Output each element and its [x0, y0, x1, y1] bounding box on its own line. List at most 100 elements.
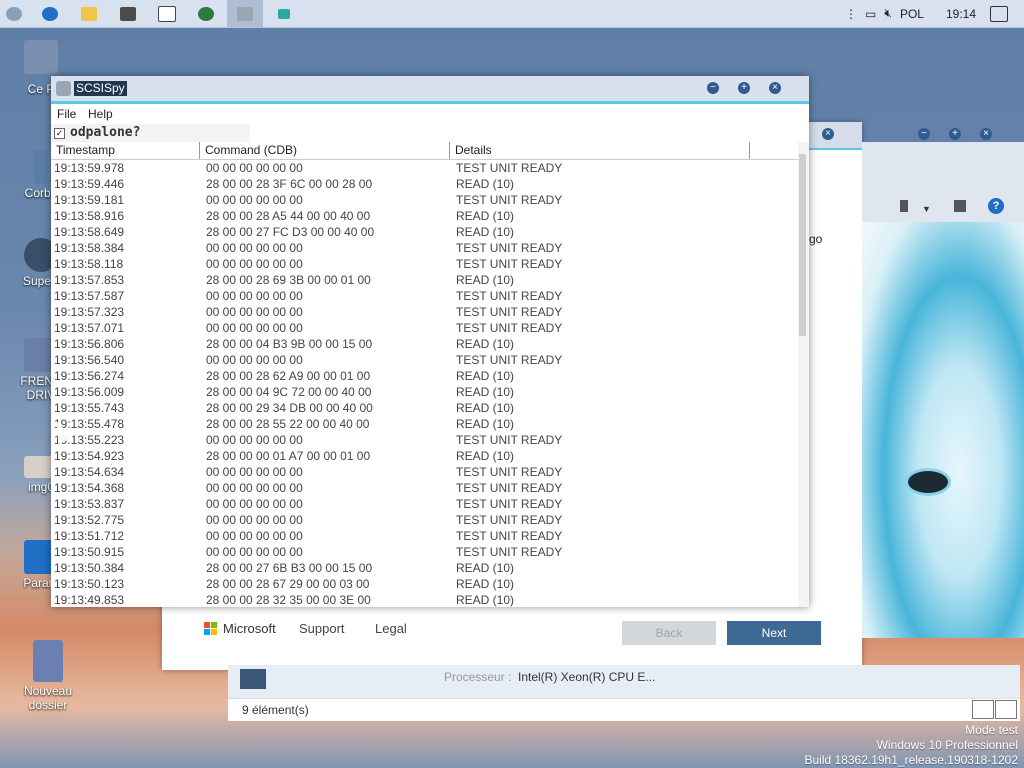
- column-command[interactable]: Command (CDB): [200, 142, 450, 159]
- command-cell: 00 00 00 00 00 00: [206, 321, 303, 335]
- chevron-down-icon[interactable]: ▼: [922, 204, 931, 214]
- command-cell: 28 00 00 28 3F 6C 00 00 28 00: [206, 177, 373, 191]
- filter-field[interactable]: [250, 124, 809, 143]
- table-row[interactable]: 19:13:56.009 28 00 00 04 9C 72 00 00 40 0…: [51, 384, 798, 400]
- table-row[interactable]: 19:13:54.923 28 00 00 00 01 A7 00 00 01 0…: [51, 448, 798, 464]
- table-row[interactable]: 19:13:57.071 00 00 00 00 00 00 TEST UNIT R…: [51, 320, 798, 336]
- timestamp-cell: 19:13:57.853: [54, 273, 125, 287]
- globe-icon[interactable]: [195, 3, 217, 24]
- back-button[interactable]: Back: [622, 621, 716, 645]
- command-cell: 00 00 00 00 00 00: [206, 305, 303, 319]
- notification-center-icon[interactable]: [990, 5, 1008, 22]
- mail-icon[interactable]: [156, 3, 178, 24]
- artwork-eye: [905, 468, 951, 496]
- folder-icon: [33, 640, 63, 682]
- table-row[interactable]: 19:13:55.478 28 00 00 28 55 22 00 00 40 0…: [51, 416, 798, 432]
- support-link[interactable]: Support: [299, 621, 345, 636]
- table-row[interactable]: 19:13:58.916 28 00 00 28 A5 44 00 00 40 0…: [51, 208, 798, 224]
- odpalone-checkbox[interactable]: ✓: [54, 128, 65, 139]
- details-cell: READ (10): [456, 177, 515, 191]
- table-row[interactable]: 19:13:59.446 28 00 00 28 3F 6C 00 00 28 0…: [51, 176, 798, 192]
- table-row[interactable]: 19:13:58.384 00 00 00 00 00 00 TEST UNIT R…: [51, 240, 798, 256]
- details-cell: READ (10): [456, 401, 515, 415]
- table-row[interactable]: 19:13:51.712 00 00 00 00 00 00 TEST UNIT R…: [51, 528, 798, 544]
- column-timestamp[interactable]: Timestamp: [51, 142, 200, 159]
- table-row[interactable]: 19:13:59.978 00 00 00 00 00 00 TEST UNIT R…: [51, 160, 798, 176]
- timestamp-cell: 19:13:50.384: [54, 561, 125, 575]
- close-icon[interactable]: ×: [822, 128, 834, 140]
- details-cell: READ (10): [456, 385, 515, 399]
- layout-icon[interactable]: [900, 200, 908, 212]
- timestamp-cell: 19:13:56.806: [54, 337, 125, 351]
- screen-icon[interactable]: [273, 3, 295, 24]
- network-icon[interactable]: ▭: [865, 7, 876, 21]
- table-row[interactable]: 19:13:50.123 28 00 00 28 67 29 00 00 03 0…: [51, 576, 798, 592]
- details-view-icon[interactable]: [972, 700, 994, 719]
- maximize-icon[interactable]: +: [949, 128, 961, 140]
- table-row[interactable]: 19:13:56.806 28 00 00 04 B3 9B 00 00 15 0…: [51, 336, 798, 352]
- details-cell: TEST UNIT READY: [456, 433, 563, 447]
- desktop-icon-new-folder[interactable]: Nouveau dossier: [6, 640, 90, 712]
- microsoft-label: Microsoft: [223, 621, 276, 636]
- table-row[interactable]: 19:13:56.274 28 00 00 28 62 A9 00 00 01 0…: [51, 368, 798, 384]
- table-row[interactable]: 19:13:57.323 00 00 00 00 00 00 TEST UNIT R…: [51, 304, 798, 320]
- table-row[interactable]: 19:13:50.384 28 00 00 27 6B B3 00 00 15 0…: [51, 560, 798, 576]
- table-row[interactable]: 19:13:55.223 00 00 00 00 00 00 TEST UNIT R…: [51, 432, 798, 448]
- command-cell: 00 00 00 00 00 00: [206, 161, 303, 175]
- table-row[interactable]: 19:13:57.853 28 00 00 28 69 3B 00 00 01 0…: [51, 272, 798, 288]
- details-cell: READ (10): [456, 449, 515, 463]
- thumbnail-view-icon[interactable]: [995, 700, 1017, 719]
- timestamp-cell: 19:13:51.712: [54, 529, 125, 543]
- artwork-image: [862, 222, 1024, 638]
- next-button[interactable]: Next: [727, 621, 821, 645]
- os-watermark: Mode test Windows 10 Professionnel Build…: [804, 723, 1018, 768]
- panel-icon[interactable]: [954, 200, 966, 212]
- command-cell: 00 00 00 00 00 00: [206, 241, 303, 255]
- file-explorer-icon[interactable]: [78, 3, 100, 24]
- details-cell: READ (10): [456, 225, 515, 239]
- command-cell: 28 00 00 28 A5 44 00 00 40 00: [206, 209, 371, 223]
- table-row[interactable]: 19:13:58.649 28 00 00 27 FC D3 00 00 40 0…: [51, 224, 798, 240]
- language-indicator[interactable]: POL: [900, 7, 924, 21]
- command-cell: 28 00 00 28 67 29 00 00 03 00: [206, 577, 370, 591]
- scrollbar-thumb[interactable]: [799, 154, 806, 336]
- table-row[interactable]: 19:13:59.181 00 00 00 00 00 00 TEST UNIT R…: [51, 192, 798, 208]
- table-row[interactable]: 19:13:56.540 00 00 00 00 00 00 TEST UNIT R…: [51, 352, 798, 368]
- timestamp-cell: 19:13:58.118: [54, 257, 124, 271]
- close-icon[interactable]: ×: [769, 82, 781, 94]
- table-row[interactable]: 19:13:58.118 00 00 00 00 00 00 TEST UNIT R…: [51, 256, 798, 272]
- timestamp-cell: 19:13:52.775: [54, 513, 125, 527]
- edge-icon[interactable]: [39, 3, 61, 24]
- table-row[interactable]: 19:13:53.837 00 00 00 00 00 00 TEST UNIT R…: [51, 496, 798, 512]
- table-row[interactable]: 19:13:49.853 28 00 00 28 32 35 00 00 3E 0…: [51, 592, 798, 607]
- timestamp-cell: 19:13:56.009: [54, 385, 125, 399]
- command-cell: 28 00 00 29 34 DB 00 00 40 00: [206, 401, 373, 415]
- legal-link[interactable]: Legal: [375, 621, 407, 636]
- menu-file[interactable]: File: [57, 107, 76, 121]
- table-row[interactable]: 19:13:54.368 00 00 00 00 00 00 TEST UNIT R…: [51, 480, 798, 496]
- maximize-icon[interactable]: +: [738, 82, 750, 94]
- clock[interactable]: 19:14: [946, 7, 976, 21]
- vertical-scrollbar[interactable]: [798, 142, 809, 607]
- minimize-icon[interactable]: −: [918, 128, 930, 140]
- menu-help[interactable]: Help: [88, 107, 113, 121]
- timestamp-cell: 19:13:58.649: [54, 225, 125, 239]
- table-row[interactable]: 19:13:57.587 00 00 00 00 00 00 TEST UNIT R…: [51, 288, 798, 304]
- command-cell: 28 00 00 04 9C 72 00 00 40 00: [206, 385, 372, 399]
- table-row[interactable]: 19:13:54.634 00 00 00 00 00 00 TEST UNIT R…: [51, 464, 798, 480]
- tray-overflow-icon[interactable]: ⋮: [845, 7, 857, 21]
- scsispy-icon[interactable]: [227, 0, 263, 27]
- shield-icon[interactable]: [3, 3, 25, 24]
- help-icon[interactable]: ?: [988, 198, 1004, 214]
- command-cell: 00 00 00 00 00 00: [206, 257, 303, 271]
- table-row[interactable]: 19:13:50.915 00 00 00 00 00 00 TEST UNIT R…: [51, 544, 798, 560]
- volume-muted-icon[interactable]: 🔇︎: [884, 6, 892, 21]
- store-icon[interactable]: [117, 3, 139, 24]
- option-bar: ✓ odpalone?: [51, 124, 809, 143]
- table-row[interactable]: 19:13:52.775 00 00 00 00 00 00 TEST UNIT R…: [51, 512, 798, 528]
- table-row[interactable]: 19:13:55.743 28 00 00 29 34 DB 00 00 40 0…: [51, 400, 798, 416]
- command-cell: 28 00 00 27 6B B3 00 00 15 00: [206, 561, 373, 575]
- close-icon[interactable]: ×: [980, 128, 992, 140]
- minimize-icon[interactable]: −: [707, 82, 719, 94]
- column-details[interactable]: Details: [450, 142, 750, 159]
